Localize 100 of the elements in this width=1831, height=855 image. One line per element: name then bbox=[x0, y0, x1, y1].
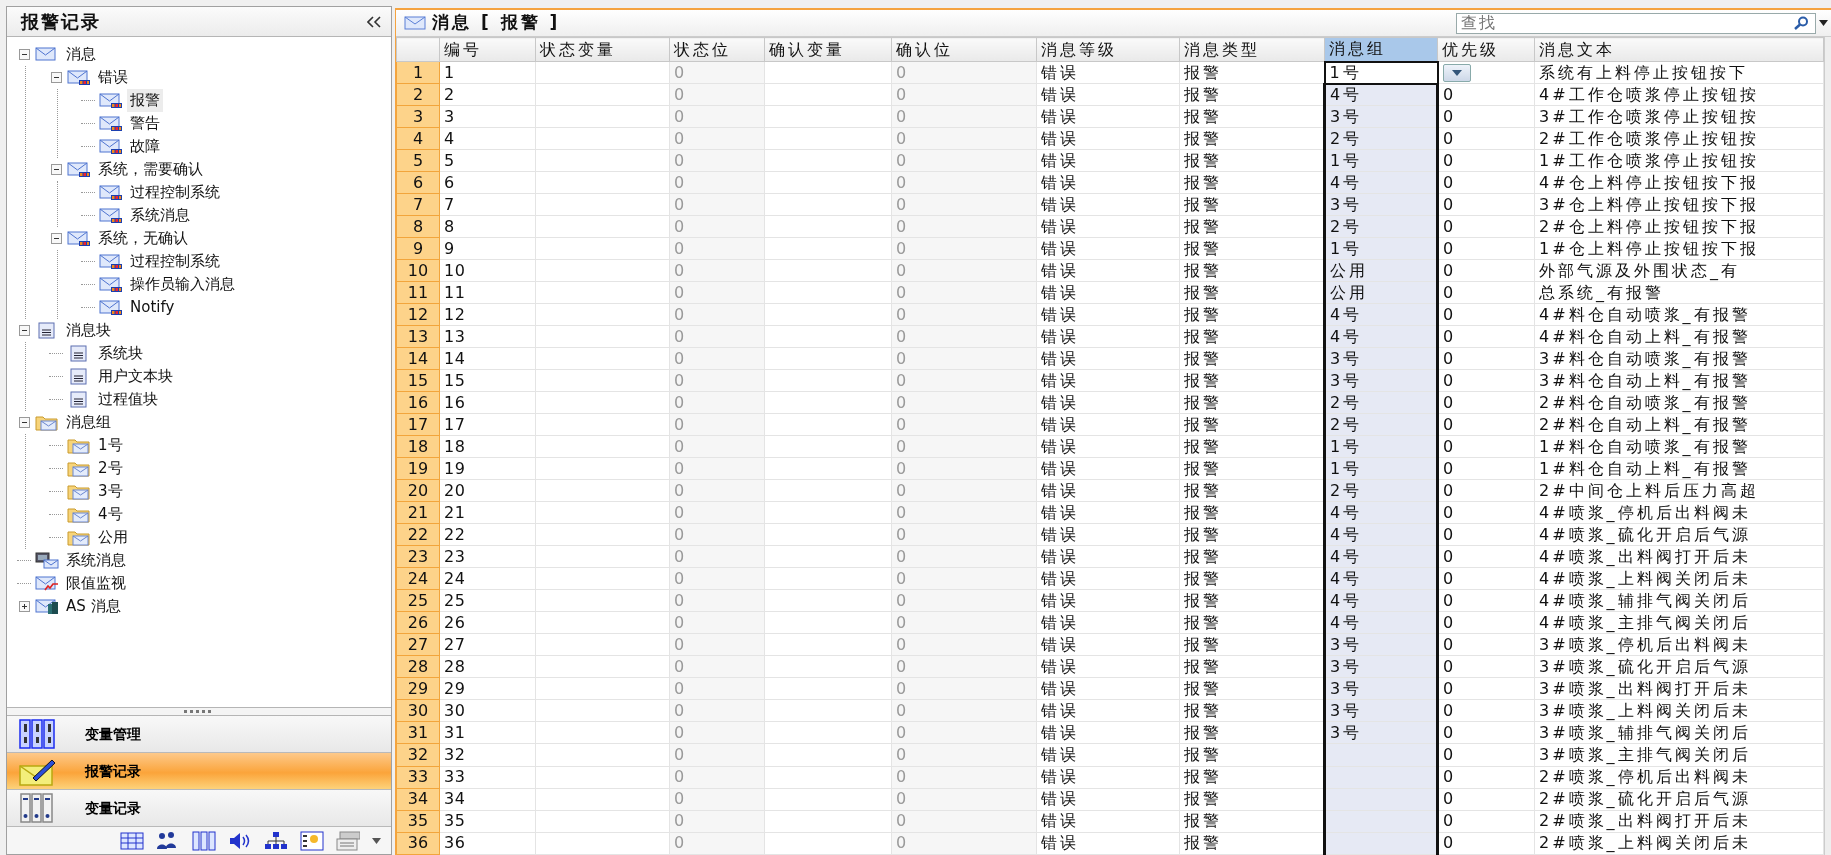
tree-item[interactable]: 3号 bbox=[95, 480, 126, 503]
row-header[interactable]: 19 bbox=[396, 457, 440, 480]
tree-item[interactable]: 警告 bbox=[127, 112, 163, 135]
tree-item[interactable]: 2号 bbox=[95, 457, 126, 480]
row-header[interactable]: 26 bbox=[396, 611, 440, 634]
nav-button[interactable]: 变量管理 bbox=[7, 716, 391, 753]
table-cell: 3号 bbox=[1324, 347, 1438, 370]
row-header[interactable]: 8 bbox=[396, 215, 440, 238]
tree-item[interactable]: 用户文本块 bbox=[95, 365, 176, 388]
row-header[interactable]: 15 bbox=[396, 369, 440, 392]
binders-icon[interactable] bbox=[192, 830, 216, 851]
table-cell: 错误 bbox=[1036, 832, 1180, 855]
row-header[interactable]: 31 bbox=[396, 721, 440, 744]
column-header[interactable]: 消息组 bbox=[1324, 37, 1438, 62]
speaker-icon[interactable] bbox=[228, 830, 252, 851]
tree-item[interactable]: Notify bbox=[127, 296, 178, 319]
tree-item[interactable]: AS 消息 bbox=[63, 595, 124, 618]
tree-item[interactable]: 消息块 bbox=[63, 319, 114, 342]
tree-item[interactable]: 系统块 bbox=[95, 342, 146, 365]
row-header[interactable]: 18 bbox=[396, 435, 440, 458]
caret-icon[interactable] bbox=[372, 837, 381, 844]
row-header[interactable]: 24 bbox=[396, 567, 440, 590]
tree-item[interactable]: 公用 bbox=[95, 526, 131, 549]
table-cell: 错误 bbox=[1036, 193, 1180, 216]
column-header[interactable]: 状态变量 bbox=[535, 37, 670, 62]
chart-icon[interactable] bbox=[300, 830, 324, 851]
nav-button[interactable]: 报警记录 bbox=[7, 753, 391, 790]
row-header[interactable]: 10 bbox=[396, 259, 440, 282]
tree-item[interactable]: 过程控制系统 bbox=[127, 250, 223, 273]
tree-item[interactable]: 系统，需要确认 bbox=[95, 158, 206, 181]
row-header[interactable]: 12 bbox=[396, 303, 440, 326]
collapse-toggle[interactable] bbox=[50, 233, 62, 244]
column-header[interactable]: 编号 bbox=[439, 37, 536, 62]
tree-item[interactable]: 系统消息 bbox=[127, 204, 193, 227]
search-icon[interactable] bbox=[1793, 15, 1809, 30]
expand-toggle[interactable] bbox=[18, 601, 30, 612]
row-header[interactable]: 9 bbox=[396, 237, 440, 260]
collapse-toggle[interactable] bbox=[50, 72, 62, 83]
row-header[interactable]: 13 bbox=[396, 325, 440, 348]
row-header[interactable]: 27 bbox=[396, 633, 440, 656]
column-header[interactable]: 消息等级 bbox=[1036, 37, 1180, 62]
row-header[interactable]: 23 bbox=[396, 545, 440, 568]
tree-item[interactable]: 操作员输入消息 bbox=[127, 273, 238, 296]
tree-item[interactable]: 1号 bbox=[95, 434, 126, 457]
tree-item[interactable]: 4号 bbox=[95, 503, 126, 526]
grip-icon[interactable] bbox=[184, 710, 214, 713]
row-header[interactable]: 36 bbox=[396, 832, 440, 855]
row-header[interactable]: 3 bbox=[396, 105, 440, 128]
column-header[interactable]: 消息类型 bbox=[1179, 37, 1325, 62]
tree-item[interactable]: 限值监视 bbox=[63, 572, 129, 595]
network-icon[interactable] bbox=[264, 830, 288, 851]
tree-item[interactable]: 过程值块 bbox=[95, 388, 161, 411]
row-header[interactable]: 22 bbox=[396, 523, 440, 546]
row-header[interactable]: 7 bbox=[396, 193, 440, 216]
row-header[interactable]: 6 bbox=[396, 171, 440, 194]
table-icon[interactable] bbox=[120, 830, 144, 851]
row-header[interactable]: 17 bbox=[396, 413, 440, 436]
table-cell: 33 bbox=[439, 766, 536, 788]
column-header[interactable]: 优先级 bbox=[1437, 37, 1535, 62]
search-field[interactable]: 查找 bbox=[1456, 12, 1816, 34]
row-header[interactable]: 35 bbox=[396, 810, 440, 833]
row-header[interactable]: 33 bbox=[396, 766, 440, 788]
printer-icon[interactable] bbox=[336, 830, 360, 851]
collapse-icon[interactable] bbox=[367, 15, 381, 28]
row-header[interactable]: 32 bbox=[396, 744, 440, 766]
row-header[interactable]: 16 bbox=[396, 391, 440, 414]
column-header[interactable]: 消息文本 bbox=[1534, 37, 1824, 62]
tree-item[interactable]: 错误 bbox=[95, 66, 131, 89]
row-header[interactable]: 28 bbox=[396, 655, 440, 678]
dropdown-button[interactable] bbox=[1442, 63, 1471, 82]
row-header[interactable]: 14 bbox=[396, 347, 440, 370]
column-header[interactable]: 确认变量 bbox=[764, 37, 892, 62]
tree-item[interactable]: 消息 bbox=[63, 43, 99, 66]
collapse-toggle[interactable] bbox=[18, 49, 30, 60]
tree-item[interactable]: 故障 bbox=[127, 135, 163, 158]
row-header[interactable]: 11 bbox=[396, 281, 440, 304]
row-header[interactable]: 2 bbox=[396, 83, 440, 106]
tree-item[interactable]: 消息组 bbox=[63, 411, 114, 434]
row-header[interactable]: 1 bbox=[396, 61, 440, 84]
table-cell: 错误 bbox=[1036, 435, 1180, 458]
caret-icon[interactable] bbox=[1819, 20, 1828, 26]
collapse-toggle[interactable] bbox=[50, 164, 62, 175]
scrollbar[interactable] bbox=[1824, 37, 1831, 855]
collapse-toggle[interactable] bbox=[18, 325, 30, 336]
row-header[interactable]: 20 bbox=[396, 479, 440, 502]
tree-item[interactable]: 报警 bbox=[127, 89, 163, 112]
tree-item[interactable]: 过程控制系统 bbox=[127, 181, 223, 204]
row-header[interactable]: 21 bbox=[396, 501, 440, 524]
row-header[interactable]: 4 bbox=[396, 127, 440, 150]
tree-item[interactable]: 系统，无确认 bbox=[95, 227, 191, 250]
row-header[interactable]: 5 bbox=[396, 149, 440, 172]
row-header[interactable]: 34 bbox=[396, 788, 440, 811]
nav-button[interactable]: 变量记录 bbox=[7, 790, 391, 827]
row-header[interactable]: 29 bbox=[396, 677, 440, 700]
row-header[interactable]: 30 bbox=[396, 699, 440, 722]
row-header[interactable]: 25 bbox=[396, 589, 440, 612]
table-cell: 1号 bbox=[1324, 457, 1438, 480]
table-cell: 错误 bbox=[1036, 171, 1180, 194]
collapse-toggle[interactable] bbox=[18, 417, 30, 428]
tree-item[interactable]: 系统消息 bbox=[63, 549, 129, 572]
